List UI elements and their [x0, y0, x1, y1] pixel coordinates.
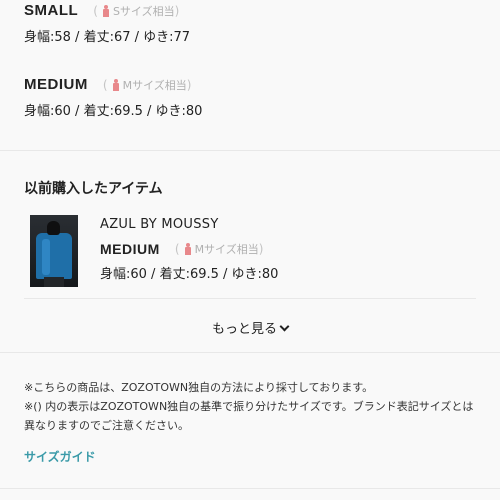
size-equivalent-label: Mサイズ相当	[122, 78, 187, 92]
size-measurements: 身幅:58 / 着丈:67 / ゆき:77	[24, 30, 191, 45]
size-name: SMALL	[24, 2, 79, 19]
previous-purchases-title: 以前購入したアイテム	[24, 181, 163, 197]
item-divider	[24, 298, 476, 299]
paren-open: (	[102, 77, 108, 92]
size-equivalent-label: Sサイズ相当	[112, 4, 175, 18]
previous-item-info: AZUL BY MOUSSY MEDIUM ( Mサイズ相当 ) 身幅:60 /…	[100, 217, 278, 282]
chevron-down-icon	[279, 321, 290, 332]
size-info-panel: SMALL ( Sサイズ相当 ) 身幅:58 / 着丈:67 / ゆき:77 M…	[0, 0, 500, 500]
item-size-name: MEDIUM	[100, 240, 160, 257]
show-more-label: もっと見る	[211, 322, 277, 337]
item-measurements: 身幅:60 / 着丈:69.5 / ゆき:80	[100, 267, 279, 282]
size-row-small: SMALL ( Sサイズ相当 ) 身幅:58 / 着丈:67 / ゆき:77	[24, 0, 190, 45]
note-size-mapping: ※() 内の表示はZOZOTOWN独自の基準で振り分けたサイズです。ブランド表記…	[24, 400, 474, 432]
size-equivalent-label: Mサイズ相当	[194, 242, 259, 256]
notes: ※こちらの商品は、ZOZOTOWN独自の方法により採寸しております。 ※() 内…	[24, 378, 484, 435]
paren-open: (	[174, 241, 180, 256]
bottom-divider	[0, 488, 500, 489]
person-icon	[113, 78, 120, 91]
size-equivalent-hint: ( Mサイズ相当 )	[175, 241, 264, 257]
section-divider	[0, 352, 500, 353]
paren-open: (	[93, 3, 98, 18]
size-name: MEDIUM	[24, 76, 88, 93]
paren-close: )	[186, 77, 192, 92]
size-equivalent-hint: ( Mサイズ相当 )	[103, 77, 192, 93]
note-measurement-method: ※こちらの商品は、ZOZOTOWN独自の方法により採寸しております。	[24, 381, 374, 394]
size-equivalent-hint: ( Sサイズ相当 )	[93, 3, 179, 19]
size-measurements: 身幅:60 / 着丈:69.5 / ゆき:80	[24, 104, 203, 119]
size-guide-link[interactable]: サイズガイド	[24, 448, 96, 465]
person-icon	[185, 242, 192, 255]
person-icon	[103, 4, 110, 17]
paren-close: )	[174, 3, 180, 18]
item-brand[interactable]: AZUL BY MOUSSY	[100, 217, 278, 232]
show-more-button[interactable]: もっと見る	[0, 318, 500, 337]
size-row-medium: MEDIUM ( Mサイズ相当 ) 身幅:60 / 着丈:69.5 / ゆき:8…	[24, 74, 202, 119]
paren-close: )	[258, 241, 264, 256]
item-thumbnail[interactable]	[30, 215, 78, 287]
section-divider	[0, 150, 500, 151]
